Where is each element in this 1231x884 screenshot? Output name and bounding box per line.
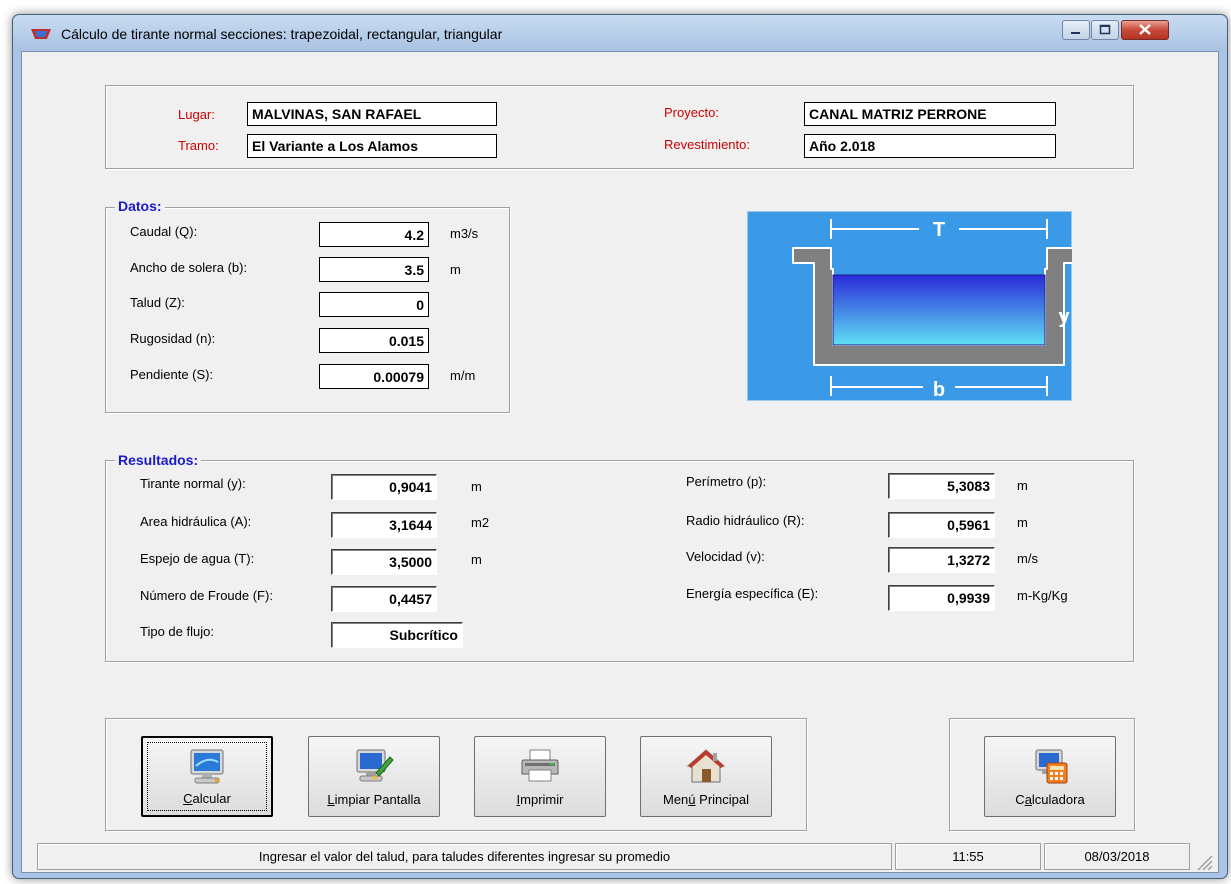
espejo-value: 3,5000	[331, 549, 437, 575]
radio-unit: m	[1017, 515, 1028, 530]
maximize-icon	[1099, 24, 1111, 35]
imprimir-label: Imprimir	[516, 792, 564, 807]
datos-legend: Datos:	[115, 198, 165, 214]
espejo-unit: m	[471, 552, 482, 567]
app-window: Cálculo de tirante normal secciones: tra…	[12, 14, 1228, 879]
velocidad-label: Velocidad (v):	[686, 549, 765, 564]
clear-screen-icon	[356, 749, 394, 782]
area-unit: m2	[471, 515, 490, 530]
resultados-legend: Resultados:	[115, 452, 202, 468]
maximize-button[interactable]	[1091, 20, 1119, 40]
menu-principal-label: Menú Principal	[663, 792, 749, 807]
calculadora-button[interactable]: Calculadora	[984, 736, 1116, 817]
minimize-icon	[1071, 32, 1080, 34]
pendiente-input[interactable]: 0.00079	[319, 364, 429, 389]
lugar-label: Lugar:	[178, 107, 215, 122]
talud-input[interactable]: 0	[319, 292, 429, 317]
froude-value: 0,4457	[331, 586, 437, 612]
calculator-icon	[1035, 749, 1068, 784]
perimetro-label: Perímetro (p):	[686, 474, 767, 489]
status-date: 08/03/2018	[1044, 843, 1190, 870]
status-message: Ingresar el valor del talud, para talude…	[37, 843, 892, 870]
channel-section-diagram: T y b	[747, 211, 1072, 401]
diagram-label-b: b	[933, 379, 945, 401]
tirante-unit: m	[471, 479, 482, 494]
perimetro-unit: m	[1017, 478, 1028, 493]
energia-value: 0,9939	[888, 585, 995, 611]
tirante-value: 0,9041	[331, 474, 437, 500]
revestimiento-label: Revestimiento:	[664, 137, 750, 152]
app-icon	[31, 29, 51, 39]
rugosidad-input[interactable]: 0.015	[319, 328, 429, 353]
espejo-label: Espejo de agua (T):	[140, 551, 255, 566]
pendiente-label: Pendiente (S):	[130, 367, 214, 382]
printer-icon	[521, 749, 559, 782]
close-button[interactable]	[1121, 20, 1169, 40]
imprimir-button[interactable]: Imprimir	[474, 736, 606, 817]
monitor-icon	[190, 749, 224, 784]
caudal-input[interactable]: 4.2	[319, 222, 429, 247]
tipo-flujo-label: Tipo de flujo:	[140, 624, 214, 639]
minimize-button[interactable]	[1062, 20, 1090, 40]
calcular-button[interactable]: Calcular	[141, 736, 273, 817]
tipo-flujo-value: Subcrítico	[331, 622, 463, 648]
limpiar-pantalla-label: Limpiar Pantalla	[327, 792, 421, 807]
solera-input[interactable]: 3.5	[319, 257, 429, 282]
caudal-unit: m3/s	[450, 226, 479, 241]
tirante-label: Tirante normal (y):	[140, 476, 246, 491]
limpiar-pantalla-button[interactable]: Limpiar Pantalla	[308, 736, 440, 817]
rugosidad-label: Rugosidad (n):	[130, 331, 216, 346]
energia-label: Energía específica (E):	[686, 586, 819, 601]
tramo-field[interactable]: El Variante a Los Alamos	[247, 134, 497, 158]
velocidad-unit: m/s	[1017, 551, 1038, 566]
calcular-label: Calcular	[183, 791, 231, 806]
lugar-field[interactable]: MALVINAS, SAN RAFAEL	[247, 102, 497, 126]
pendiente-unit: m/m	[450, 368, 476, 383]
diagram-label-y: y	[1058, 306, 1070, 328]
area-value: 3,1644	[331, 512, 437, 538]
water-body	[832, 274, 1046, 346]
tramo-label: Tramo:	[178, 138, 219, 153]
window-title: Cálculo de tirante normal secciones: tra…	[61, 26, 503, 42]
calculadora-label: Calculadora	[1015, 792, 1085, 807]
home-icon	[686, 749, 726, 783]
perimetro-value: 5,3083	[888, 473, 995, 499]
title-bar[interactable]: Cálculo de tirante normal secciones: tra…	[13, 15, 1227, 51]
proyecto-label: Proyecto:	[664, 105, 719, 120]
area-label: Area hidráulica (A):	[140, 514, 252, 529]
solera-label: Ancho de solera (b):	[130, 260, 248, 275]
froude-label: Número de Froude (F):	[140, 588, 273, 603]
radio-label: Radio hidráulico (R):	[686, 513, 805, 528]
caudal-label: Caudal (Q):	[130, 224, 198, 239]
solera-unit: m	[450, 262, 461, 277]
proyecto-field[interactable]: CANAL MATRIZ PERRONE	[804, 102, 1056, 126]
energia-unit: m-Kg/Kg	[1017, 588, 1068, 603]
resize-grip-icon[interactable]	[1192, 852, 1214, 870]
talud-label: Talud (Z):	[130, 295, 185, 310]
close-icon	[1139, 24, 1151, 35]
revestimiento-field[interactable]: Año 2.018	[804, 134, 1056, 158]
radio-value: 0,5961	[888, 512, 995, 538]
diagram-label-t: T	[933, 219, 945, 241]
status-time: 11:55	[895, 843, 1041, 870]
form-area: Lugar: MALVINAS, SAN RAFAEL Tramo: El Va…	[21, 51, 1219, 873]
velocidad-value: 1,3272	[888, 547, 995, 573]
menu-principal-button[interactable]: Menú Principal	[640, 736, 772, 817]
